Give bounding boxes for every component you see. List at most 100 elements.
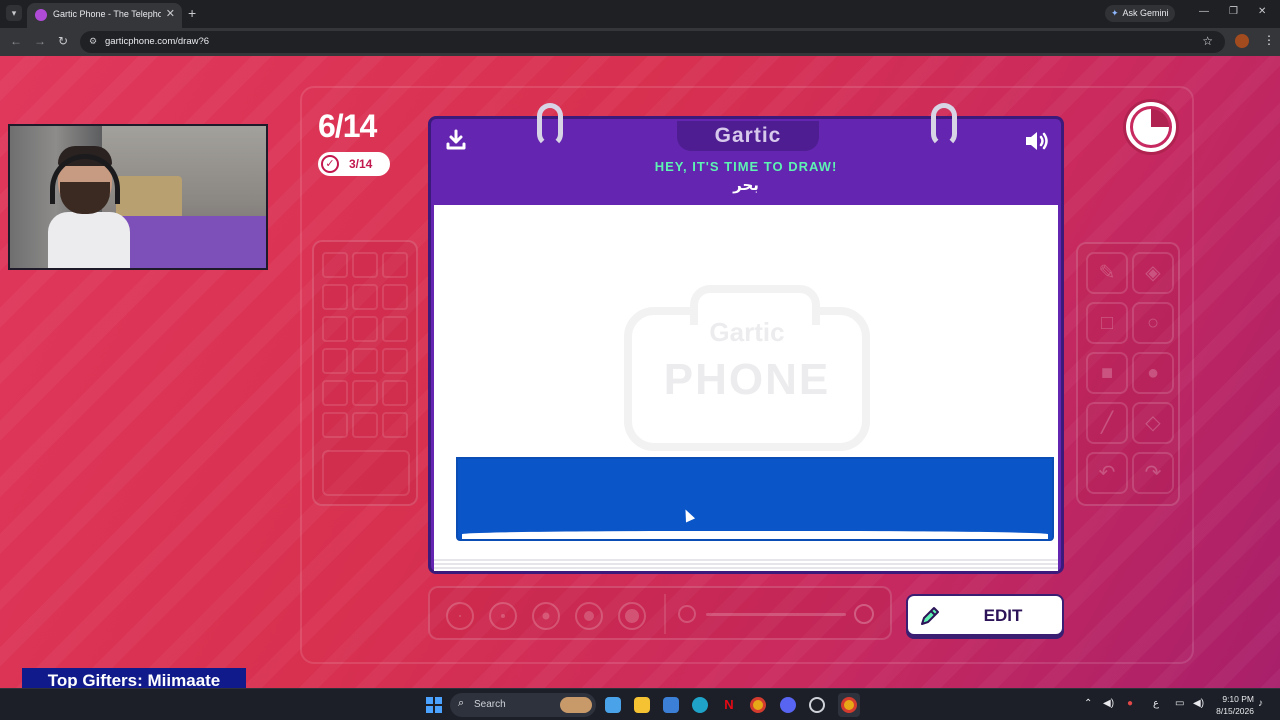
store-icon[interactable] xyxy=(663,697,679,713)
tray-chevron-icon[interactable]: ⌃ xyxy=(1084,698,1092,709)
search-highlight-image xyxy=(560,697,592,713)
notification-bell-icon[interactable]: ♪ xyxy=(1258,698,1263,709)
restore-icon[interactable]: ❐ xyxy=(1229,6,1238,17)
color-swatch[interactable] xyxy=(322,380,348,406)
chrome-active-icon[interactable] xyxy=(841,697,857,713)
color-swatch[interactable] xyxy=(322,316,348,342)
opacity-handle[interactable] xyxy=(854,604,874,624)
color-swatch[interactable] xyxy=(382,412,408,438)
eraser-icon[interactable]: ◈ xyxy=(1132,252,1174,294)
custom-color-slot[interactable] xyxy=(322,450,410,496)
discord-icon[interactable] xyxy=(780,697,796,713)
download-icon[interactable] xyxy=(445,129,469,153)
circle-fill-icon[interactable]: ● xyxy=(1132,352,1174,394)
tab-search-icon[interactable]: ▾ xyxy=(6,5,22,21)
color-swatch[interactable] xyxy=(352,252,378,278)
opacity-track[interactable] xyxy=(706,613,846,616)
clock-time: 9:10 PM xyxy=(1222,694,1254,704)
brush-size-2-dot xyxy=(501,614,505,618)
color-swatch[interactable] xyxy=(352,284,378,310)
brush-size-1[interactable] xyxy=(446,602,474,630)
tools-panel: ✎ ◈ □ ○ ■ ● ╱ ◇ ↶ ↷ xyxy=(1076,242,1180,506)
webcam-overlay xyxy=(8,124,268,270)
edit-button[interactable]: EDIT xyxy=(906,594,1064,636)
gartic-phone-watermark: Gartic PHONE xyxy=(624,285,870,451)
opacity-min-icon xyxy=(678,605,696,623)
color-swatch[interactable] xyxy=(382,348,408,374)
reload-icon[interactable]: ↻ xyxy=(58,34,68,48)
color-swatch[interactable] xyxy=(322,348,348,374)
brush-size-3[interactable] xyxy=(532,602,560,630)
more-icon[interactable]: ⋮ xyxy=(1263,33,1275,47)
drawing-canvas[interactable]: Gartic PHONE xyxy=(434,205,1058,569)
color-swatch[interactable] xyxy=(322,252,348,278)
windows-start-icon[interactable] xyxy=(426,697,442,713)
color-swatch[interactable] xyxy=(382,284,408,310)
color-swatch[interactable] xyxy=(382,252,408,278)
undo-icon[interactable]: ↶ xyxy=(1086,452,1128,494)
tab-title: Gartic Phone - The Telephone G xyxy=(53,9,161,19)
microphone-icon[interactable]: ● xyxy=(1127,698,1133,709)
language-indicator[interactable]: ع xyxy=(1153,698,1159,709)
chrome-icon[interactable] xyxy=(750,697,766,713)
netflix-icon[interactable]: N xyxy=(721,697,737,713)
color-swatch[interactable] xyxy=(322,412,348,438)
taskbar-search[interactable]: ⌕ Search xyxy=(450,693,596,717)
back-icon[interactable]: ← xyxy=(10,34,22,48)
brush-size-1-dot xyxy=(459,615,461,617)
bucket-icon[interactable]: ◇ xyxy=(1132,402,1174,444)
edge-icon[interactable] xyxy=(692,697,708,713)
color-swatch[interactable] xyxy=(352,316,378,342)
notebook-pages-edge xyxy=(434,559,1058,571)
notebook-ring-right xyxy=(931,103,957,147)
window-close-icon[interactable]: ✕ xyxy=(1258,6,1266,17)
drawn-sea xyxy=(456,457,1054,541)
ask-gemini-button[interactable]: ✦ Ask Gemini xyxy=(1105,5,1175,22)
obs-icon[interactable] xyxy=(809,697,825,713)
plus-icon[interactable]: + xyxy=(188,5,196,21)
streamer xyxy=(48,146,130,268)
color-swatch[interactable] xyxy=(382,380,408,406)
brush-size-4[interactable] xyxy=(575,602,603,630)
color-swatch[interactable] xyxy=(352,348,378,374)
circle-outline-icon[interactable]: ○ xyxy=(1132,302,1174,344)
clock[interactable]: 9:10 PM 8/15/2026 xyxy=(1212,693,1254,717)
star-icon[interactable]: ☆ xyxy=(1202,34,1213,48)
rectangle-outline-icon[interactable]: □ xyxy=(1086,302,1128,344)
network-icon[interactable]: ▭ xyxy=(1175,698,1184,709)
check-icon: ✓ xyxy=(321,155,339,173)
redo-icon[interactable]: ↷ xyxy=(1132,452,1174,494)
color-swatch[interactable] xyxy=(322,284,348,310)
brush-size-2[interactable] xyxy=(489,602,517,630)
gemini-spark-icon: ✦ xyxy=(1111,8,1119,18)
ask-gemini-label: Ask Gemini xyxy=(1122,8,1169,18)
line-icon[interactable]: ╱ xyxy=(1086,402,1128,444)
address-bar[interactable]: ⚙ garticphone.com/draw?6 ☆ xyxy=(80,31,1225,53)
windows-taskbar: ⌕ Search N ⌃ ◀) ● ع ▭ ◀) 9:10 PM 8/15/20… xyxy=(0,688,1280,720)
volume-mixer-icon[interactable]: ◀) xyxy=(1103,698,1114,709)
task-view-icon[interactable] xyxy=(605,697,621,713)
brush-size-5[interactable] xyxy=(618,602,646,630)
players-done-badge: ✓ 3/14 xyxy=(318,152,390,176)
forward-icon[interactable]: → xyxy=(34,34,46,48)
browser-tab[interactable]: Gartic Phone - The Telephone G ✕ xyxy=(27,3,182,28)
rectangle-fill-icon[interactable]: ■ xyxy=(1086,352,1128,394)
site-info-icon[interactable]: ⚙ xyxy=(89,36,97,47)
edit-label: EDIT xyxy=(983,606,1023,625)
file-explorer-icon[interactable] xyxy=(634,697,650,713)
url-text: garticphone.com/draw?6 xyxy=(105,36,210,47)
color-swatch[interactable] xyxy=(352,412,378,438)
pencil-icon xyxy=(918,604,942,628)
color-swatch[interactable] xyxy=(352,380,378,406)
close-icon[interactable]: ✕ xyxy=(166,7,175,20)
color-swatch[interactable] xyxy=(382,316,408,342)
speaker-icon[interactable] xyxy=(1023,129,1051,153)
sea-wave-edge xyxy=(462,531,1048,539)
profile-avatar[interactable] xyxy=(1235,34,1249,48)
draw-instruction: HEY, IT'S TIME TO DRAW! xyxy=(654,159,838,174)
minimize-icon[interactable]: — xyxy=(1199,6,1209,17)
game-page: 6/14 ✓ 3/14 Gartic HEY, IT'S TIME TO DRA… xyxy=(0,56,1280,688)
pencil-icon[interactable]: ✎ xyxy=(1086,252,1128,294)
speaker-tray-icon[interactable]: ◀) xyxy=(1193,698,1204,709)
gartic-favicon-icon xyxy=(35,9,47,21)
